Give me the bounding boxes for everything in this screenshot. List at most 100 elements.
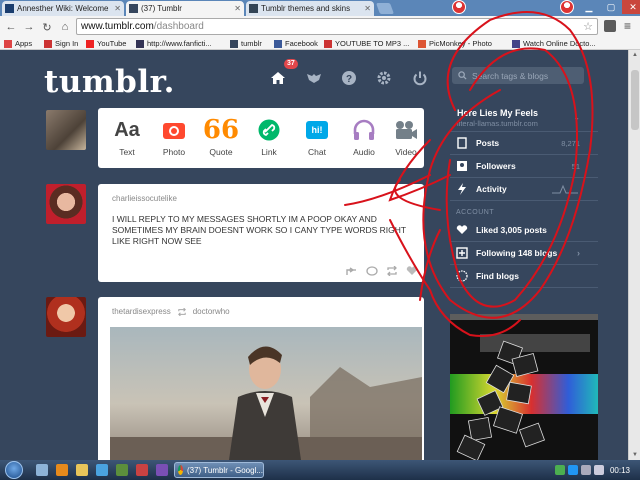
post-author[interactable]: charlieissocutelike: [112, 194, 177, 203]
sidebar-item-activity[interactable]: Activity: [450, 178, 598, 201]
share-icon[interactable]: [346, 266, 358, 276]
sidebar-item-followers[interactable]: Followers 51: [450, 155, 598, 178]
media-player-icon[interactable]: [56, 464, 68, 476]
post-text-button[interactable]: Aa Text: [104, 118, 150, 158]
bookmark-facebook[interactable]: Facebook: [274, 39, 318, 48]
themes-favicon: [249, 4, 258, 13]
bookmark-label: http://www.fanficti...: [147, 39, 212, 48]
scroll-down-icon[interactable]: ▼: [629, 452, 640, 458]
show-desktop-icon[interactable]: [36, 464, 48, 476]
system-tray: 00:13: [552, 460, 640, 480]
reblogged-from[interactable]: doctorwho: [193, 307, 230, 316]
taskbar-chrome-window[interactable]: (37) Tumblr - Googl...: [174, 462, 264, 478]
sidebar-item-likes[interactable]: Liked 3,005 posts: [450, 219, 598, 242]
bookmark-youtube[interactable]: YouTube: [86, 39, 126, 48]
reload-icon[interactable]: ↻: [38, 21, 56, 34]
volume-icon[interactable]: [593, 465, 604, 475]
bookmark-picmonkey[interactable]: PicMonkey - Photo: [418, 39, 492, 48]
app-icon[interactable]: [116, 464, 128, 476]
tab-tumblr[interactable]: (37) Tumblr ✕: [126, 1, 244, 16]
menu-icon[interactable]: ≡: [624, 19, 631, 33]
author-avatar[interactable]: [46, 184, 86, 224]
page-icon: [512, 39, 520, 48]
blog-header[interactable]: Here Lies My Feels literal-llamas.tumblr…: [450, 102, 598, 132]
bookmark-fanfiction[interactable]: http://www.fanficti...: [136, 39, 212, 48]
maximize-icon[interactable]: ▢: [600, 0, 622, 14]
post-quote-button[interactable]: 66 Quote: [198, 117, 244, 157]
tray-icon[interactable]: [567, 465, 578, 475]
bookmark-label: Facebook: [285, 39, 318, 48]
post-photo[interactable]: [110, 327, 422, 460]
author-avatar[interactable]: [46, 297, 86, 337]
post-photo-button[interactable]: Photo: [151, 118, 197, 157]
window-close-icon[interactable]: ✕: [622, 0, 640, 14]
page-scrollbar[interactable]: ▲ ▼: [628, 50, 640, 460]
bookmark-sign-in[interactable]: Sign In: [44, 39, 78, 48]
logout-power-icon[interactable]: [412, 70, 428, 86]
sidebar-item-following[interactable]: Following 148 blogs ›: [450, 242, 598, 265]
chevron-down-icon[interactable]: ⌄: [573, 113, 580, 122]
search-placeholder: Search tags & blogs: [472, 70, 549, 81]
post-audio-button[interactable]: Audio: [341, 118, 387, 157]
clock[interactable]: 00:13: [610, 466, 630, 475]
reply-icon[interactable]: [366, 266, 378, 276]
app-icon[interactable]: [156, 464, 168, 476]
post-video-button[interactable]: Video: [388, 118, 424, 157]
followers-count: 51: [571, 161, 580, 171]
post-chat-button[interactable]: hi! Chat: [294, 118, 340, 157]
followers-icon: [456, 160, 468, 172]
close-icon[interactable]: ✕: [364, 4, 371, 13]
tab-tumblr-themes[interactable]: Tumblr themes and skins ✕: [246, 1, 374, 16]
post-author[interactable]: thetardisexpress: [112, 307, 171, 316]
tumblr-dashboard: tumblr. 37 ? Search tags & blogs Aa Text…: [0, 50, 628, 460]
bookmark-apps[interactable]: Apps: [4, 39, 32, 48]
address-bar[interactable]: www.tumblr.com/dashboard ☆: [76, 18, 598, 35]
navigation-bar: ← → ↻ ⌂ www.tumblr.com/dashboard ☆: [0, 16, 640, 38]
text-icon-glyph: Aa: [114, 118, 140, 141]
heart-icon[interactable]: [406, 266, 418, 276]
explorer-icon[interactable]: [76, 464, 88, 476]
close-icon[interactable]: ✕: [114, 4, 121, 13]
settings-gear-icon[interactable]: [376, 70, 392, 86]
sidebar-item-label: Activity: [476, 184, 507, 194]
tab-annesther-wiki[interactable]: Annesther Wiki: Welcome ✕: [2, 1, 124, 16]
reblog-icon[interactable]: [386, 266, 398, 276]
search-input[interactable]: Search tags & blogs: [452, 67, 584, 84]
scroll-up-icon[interactable]: ▲: [629, 52, 640, 58]
tray-icon[interactable]: [554, 465, 565, 475]
own-avatar[interactable]: [46, 110, 86, 150]
close-icon[interactable]: ✕: [234, 4, 241, 13]
start-button[interactable]: [5, 461, 23, 479]
forward-icon[interactable]: →: [20, 21, 38, 33]
bookmark-star-icon[interactable]: ☆: [583, 20, 593, 33]
app-icon[interactable]: [136, 464, 148, 476]
post-type-label: Text: [119, 147, 135, 157]
posts-count: 8,271: [561, 138, 580, 148]
chevron-right-icon: ›: [577, 248, 580, 258]
back-icon[interactable]: ←: [2, 21, 20, 33]
bookmark-watch-online[interactable]: Watch Online Docto...: [512, 39, 596, 48]
new-tab-button[interactable]: [375, 3, 395, 14]
sidebar-item-posts[interactable]: Posts 8,271: [450, 132, 598, 155]
minimize-icon[interactable]: ▁: [578, 0, 600, 14]
bookmark-youtube-mp3[interactable]: YOUTUBE TO MP3 ...: [324, 39, 409, 48]
link-icon: [246, 118, 292, 142]
sidebar-item-label: Followers: [476, 161, 516, 171]
home-icon[interactable]: ⌂: [56, 21, 74, 33]
messages-owl-icon[interactable]: [306, 70, 322, 86]
help-icon[interactable]: ?: [341, 70, 357, 86]
extension-icon[interactable]: [604, 20, 616, 32]
post-link-button[interactable]: Link: [246, 118, 292, 157]
bookmark-tumblr[interactable]: tumblr: [230, 39, 262, 48]
tumblr-logo[interactable]: tumblr.: [44, 64, 175, 100]
scrollbar-thumb[interactable]: [631, 70, 639, 130]
home-icon[interactable]: [270, 70, 286, 86]
network-icon[interactable]: [580, 465, 591, 475]
sidebar-artwork[interactable]: [450, 314, 598, 460]
svg-text:?: ?: [346, 74, 352, 85]
itunes-icon[interactable]: [96, 464, 108, 476]
page-icon: [324, 39, 332, 48]
bookmark-label: PicMonkey - Photo: [429, 39, 492, 48]
tab-strip: Annesther Wiki: Welcome ✕ (37) Tumblr ✕ …: [0, 0, 640, 16]
sidebar-item-find-blogs[interactable]: Find blogs: [450, 265, 598, 288]
